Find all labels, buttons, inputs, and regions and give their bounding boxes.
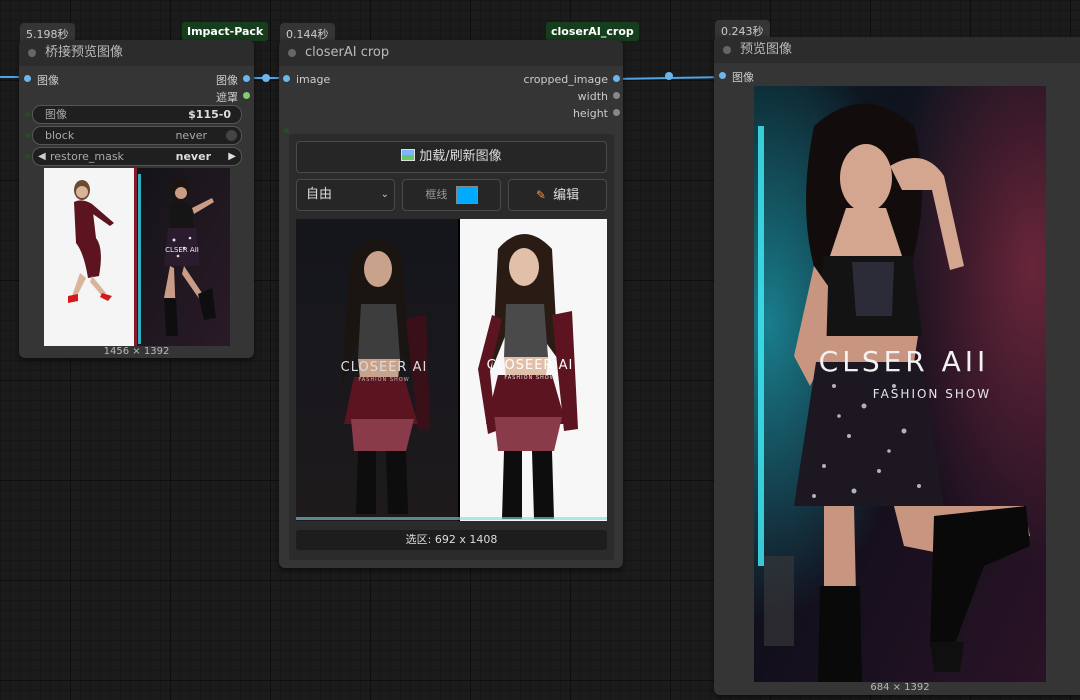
preview-output-graphic: CLSER AII FASHION SHOW	[754, 86, 1046, 682]
input-slot-icon[interactable]	[719, 72, 726, 79]
image-size-caption: 684 × 1392	[870, 682, 930, 693]
photo-overlay-brand: CLOSEER AI	[341, 360, 428, 375]
output-slot-icon[interactable]	[613, 92, 620, 99]
pencil-icon: ✎	[535, 188, 546, 202]
wire-reroute-dot[interactable]	[665, 72, 673, 80]
image-size-caption: 1456 × 1392	[103, 346, 170, 357]
pack-tag: Impact-Pack	[182, 22, 269, 41]
edit-button[interactable]: ✎ 编辑	[508, 179, 607, 211]
svg-text:CLSER AII: CLSER AII	[165, 246, 199, 254]
overlay-brand-text: CLSER AII	[819, 345, 990, 378]
crop-canvas-graphic: CLOSEER AI FASHION SHOW CLOSEER AI FASHI…	[296, 219, 607, 521]
preview-image-graphic: CLSER AII	[44, 168, 230, 346]
input-label: 图像	[732, 71, 754, 84]
preview-image: CLSER AII	[44, 168, 230, 346]
output-label-image: 图像	[216, 74, 238, 87]
svg-text:CLOSEER AI: CLOSEER AI	[487, 358, 574, 373]
node-title: 桥接预览图像	[45, 45, 124, 60]
collapse-dot-icon[interactable]	[723, 46, 731, 54]
photo-overlay-sub: FASHION SHOW	[358, 377, 409, 383]
ratio-select[interactable]: 自由 ⌄	[296, 179, 395, 211]
output-label-cropped-image: cropped_image	[523, 73, 608, 86]
svg-text:FASHION SHOW: FASHION SHOW	[504, 375, 555, 381]
closerai-crop-node[interactable]: closerAI crop image cropped_image width …	[279, 40, 623, 568]
image-icon	[401, 149, 416, 161]
bridge-preview-node[interactable]: 桥接预览图像 图像 图像 遮罩 图像 $115-0 block never ◀ …	[19, 40, 254, 358]
preview-image-node[interactable]: 预览图像 图像 CLSER AII FASHION SHOW 684 × 139…	[714, 37, 1080, 695]
mask-slot-icon[interactable]	[243, 92, 250, 99]
block-toggle[interactable]: block never	[32, 126, 242, 145]
input-label: image	[296, 73, 331, 86]
crop-panel: 加载/刷新图像 自由 ⌄ 框线 ✎ 编辑 CLOSEER AI FASHION …	[289, 134, 614, 560]
node-title: closerAI crop	[305, 45, 390, 60]
widget-slot-icon	[25, 133, 30, 138]
crop-canvas[interactable]: CLOSEER AI FASHION SHOW CLOSEER AI FASHI…	[296, 219, 607, 521]
node-title-bar[interactable]: closerAI crop	[279, 40, 623, 66]
output-slot-icon[interactable]	[613, 109, 620, 116]
restore-mask-combo[interactable]: ◀ restore_mask never ▶	[32, 147, 242, 166]
toggle-knob-icon[interactable]	[226, 130, 237, 141]
widget-slot-icon	[25, 112, 30, 117]
wire-reroute-dot[interactable]	[262, 74, 270, 82]
output-label-mask: 遮罩	[216, 91, 238, 104]
collapse-dot-icon[interactable]	[28, 49, 36, 57]
collapse-dot-icon[interactable]	[288, 49, 296, 57]
widget-slot-icon	[25, 154, 30, 159]
frame-color-picker[interactable]: 框线	[402, 179, 501, 211]
output-label-height: height	[572, 107, 608, 120]
output-label-width: width	[577, 90, 608, 103]
pack-tag: closerAI_crop	[546, 22, 639, 41]
frame-color-swatch[interactable]	[455, 186, 478, 204]
input-slot-icon[interactable]	[283, 75, 290, 82]
selection-info: 选区: 692 x 1408	[296, 530, 607, 550]
input-slot-icon[interactable]	[24, 75, 31, 82]
chevron-down-icon: ⌄	[380, 189, 389, 200]
node-title-bar[interactable]: 桥接预览图像	[19, 40, 254, 66]
output-slot-icon[interactable]	[613, 75, 620, 82]
node-title: 预览图像	[740, 42, 793, 57]
arrow-right-icon[interactable]: ▶	[228, 148, 236, 165]
overlay-sub-text: FASHION SHOW	[873, 387, 991, 401]
node-title-bar[interactable]: 预览图像	[714, 37, 1080, 63]
widget-slot-icon	[284, 128, 289, 133]
input-label: 图像	[37, 74, 59, 87]
load-refresh-image-button[interactable]: 加载/刷新图像	[296, 141, 607, 173]
output-slot-icon[interactable]	[243, 75, 250, 82]
image-widget[interactable]: 图像 $115-0	[32, 105, 242, 124]
arrow-left-icon[interactable]: ◀	[38, 148, 46, 165]
preview-output-image: CLSER AII FASHION SHOW	[754, 86, 1046, 682]
